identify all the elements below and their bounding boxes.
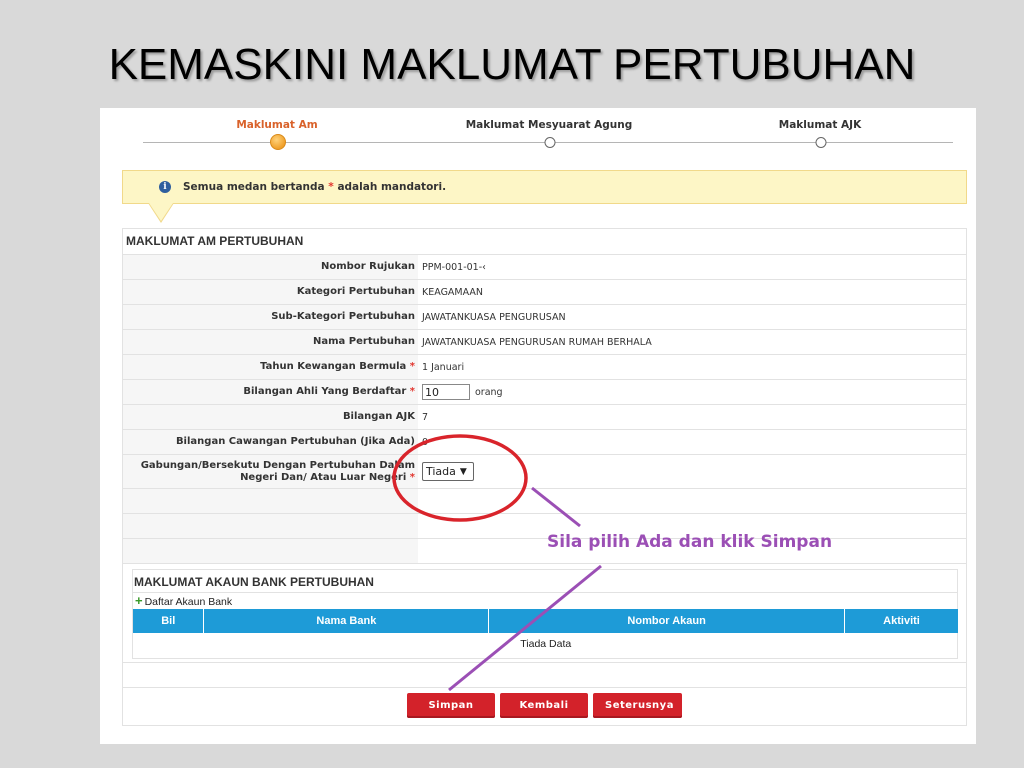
required-star: *	[409, 361, 415, 372]
form-row: Kategori Pertubuhan KEAGAMAAN	[123, 280, 966, 305]
form-row: Bilangan Ahli Yang Berdaftar * orang	[123, 380, 966, 405]
mandatory-notice: i Semua medan bertanda * adalah mandator…	[122, 170, 967, 204]
bank-account-table: Bil Nama Bank Nombor Akaun Aktiviti Tiad…	[133, 609, 959, 655]
table-row: Tiada Data	[133, 633, 959, 655]
field-label: Tahun Kewangan Bermula	[260, 361, 407, 372]
empty-row	[123, 514, 966, 539]
step-indicator-icon[interactable]	[815, 137, 827, 148]
action-buttons: Simpan Kembali Seterusnya	[407, 693, 682, 718]
add-bank-label: Daftar Akaun Bank	[144, 596, 233, 608]
maklumat-am-form: MAKLUMAT AM PERTUBUHAN Nombor Rujukan PP…	[122, 228, 967, 726]
tahun-kewangan-value: 1 Januari	[422, 361, 465, 373]
gabungan-selected-value: Tiada	[426, 465, 456, 478]
bank-section-title: MAKLUMAT AKAUN BANK PERTUBUHAN	[133, 575, 957, 593]
required-star: *	[328, 181, 334, 193]
column-header-aktiviti: Aktiviti	[844, 609, 959, 633]
section-title: MAKLUMAT AM PERTUBUHAN	[123, 229, 966, 255]
empty-table-message: Tiada Data	[520, 638, 572, 650]
notice-text-before: Semua medan bertanda	[183, 181, 325, 193]
column-header-nombor-akaun: Nombor Akaun	[488, 609, 846, 633]
table-header-row: Bil Nama Bank Nombor Akaun Aktiviti	[133, 609, 959, 633]
kembali-button[interactable]: Kembali	[500, 693, 588, 718]
bilangan-ajk-value: 7	[422, 411, 429, 423]
empty-row	[123, 489, 966, 514]
gabungan-select[interactable]: Tiada ▼	[422, 462, 474, 481]
field-label: Bilangan AJK	[123, 405, 418, 429]
app-screenshot: Maklumat Am Maklumat Mesyuarat Agung Mak…	[100, 108, 976, 744]
empty-row	[123, 662, 966, 688]
step-indicator-icon[interactable]	[544, 137, 556, 148]
step-label-maklumat-am[interactable]: Maklumat Am	[236, 119, 317, 131]
form-row: Gabungan/Bersekutu Dengan Pertubuhan Dal…	[123, 455, 966, 489]
chevron-down-icon: ▼	[459, 466, 467, 477]
field-label: Gabungan/Bersekutu Dengan Pertubuhan Dal…	[140, 459, 415, 483]
empty-row	[123, 539, 966, 564]
column-header-nama-bank: Nama Bank	[203, 609, 490, 633]
nama-pertubuhan-value: JAWATANKUASA PENGURUSAN RUMAH BERHALA	[422, 336, 652, 348]
field-label: Nama Pertubuhan	[123, 330, 418, 354]
plus-icon: +	[135, 593, 143, 608]
step-indicator-active-icon[interactable]	[270, 134, 286, 150]
add-bank-account-link[interactable]: + Daftar Akaun Bank	[133, 593, 957, 609]
notice-text-after: adalah mandatori.	[337, 181, 447, 193]
field-label: Sub-Kategori Pertubuhan	[123, 305, 418, 329]
nombor-rujukan-value: PPM-001-01-‹	[422, 261, 486, 273]
annotation-callout: Sila pilih Ada dan klik Simpan	[547, 532, 833, 552]
step-label-ajk[interactable]: Maklumat AJK	[779, 119, 861, 131]
form-row: Sub-Kategori Pertubuhan JAWATANKUASA PEN…	[123, 305, 966, 330]
seterusnya-button[interactable]: Seterusnya	[593, 693, 682, 718]
form-row: Nama Pertubuhan JAWATANKUASA PENGURUSAN …	[123, 330, 966, 355]
bilangan-ahli-input[interactable]	[422, 384, 470, 400]
form-row: Bilangan Cawangan Pertubuhan (Jika Ada) …	[123, 430, 966, 455]
bank-account-section: MAKLUMAT AKAUN BANK PERTUBUHAN + Daftar A…	[132, 569, 959, 659]
kategori-value: KEAGAMAAN	[422, 286, 483, 298]
bilangan-cawangan-value: 0	[422, 436, 429, 448]
form-row: Nombor Rujukan PPM-001-01-‹	[123, 255, 966, 280]
required-star: *	[409, 471, 415, 483]
field-label: Nombor Rujukan	[123, 255, 418, 279]
field-label: Kategori Pertubuhan	[123, 280, 418, 304]
field-label: Bilangan Ahli Yang Berdaftar	[243, 386, 407, 397]
form-row: Bilangan AJK 7	[123, 405, 966, 430]
simpan-button[interactable]: Simpan	[407, 693, 495, 718]
required-star: *	[409, 386, 415, 397]
field-label: Bilangan Cawangan Pertubuhan (Jika Ada)	[123, 430, 418, 454]
unit-label: orang	[475, 386, 503, 398]
form-row: Tahun Kewangan Bermula * 1 Januari	[123, 355, 966, 380]
info-icon: i	[159, 181, 171, 193]
sub-kategori-value: JAWATANKUASA PENGURUSAN	[422, 311, 566, 323]
slide-title: KEMASKINI MAKLUMAT PERTUBUHAN	[108, 40, 916, 89]
column-header-bil: Bil	[133, 609, 205, 633]
step-label-mesyuarat-agung[interactable]: Maklumat Mesyuarat Agung	[466, 119, 633, 131]
